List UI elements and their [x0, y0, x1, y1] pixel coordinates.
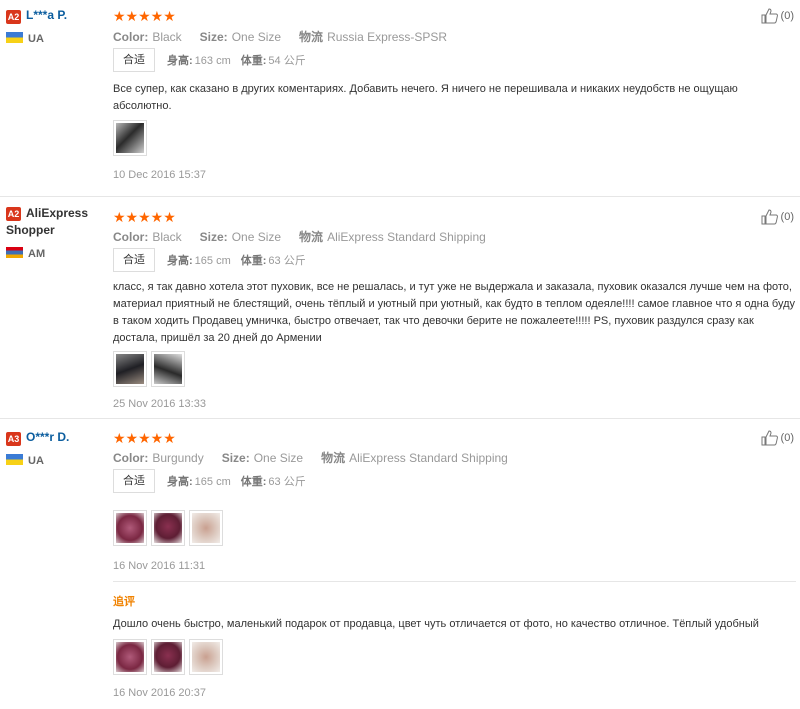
review-photo-thumbnail[interactable]: [189, 510, 223, 546]
followup-divider: [113, 581, 796, 582]
fit-tag: 合适: [113, 469, 155, 493]
body-info: 身高: 165 cm 体重: 63 公斤: [167, 476, 306, 488]
order-attributes: Color: Burgundy Size: One Size 物流 AliExpress …: [113, 451, 508, 465]
review-photo-thumbnail[interactable]: [113, 510, 147, 546]
body-info: 身高: 163 cm 体重: 54 公斤: [167, 55, 306, 67]
buyer-info: A2 AliExpress Shopper AM: [6, 205, 106, 260]
order-attributes: Color: Black Size: One Size 物流 AliExpress Sta…: [113, 230, 486, 244]
thumbs-up-icon: [761, 209, 778, 225]
review-text: Все супер, как сказано в других коментар…: [113, 83, 738, 112]
followup-label: 追评: [113, 596, 135, 608]
review-photo-thumbnail[interactable]: [151, 351, 185, 387]
buyer-level-badge: A3: [6, 432, 21, 446]
followup-photo-thumbnail[interactable]: [151, 639, 185, 675]
buyer-country: UA: [6, 32, 44, 45]
buyer-level-badge: A2: [6, 207, 21, 221]
buyer-country: AM: [6, 247, 45, 260]
buyer-info: A3 O***r D. UA: [6, 430, 106, 467]
review-date: 10 Dec 2016 15:37: [113, 169, 206, 181]
review-date: 16 Nov 2016 11:31: [113, 560, 206, 572]
review-item: A2 AliExpress Shopper AM ★★★★★ Color: Blac…: [0, 197, 800, 419]
buyer-name-link[interactable]: L***a P.: [26, 8, 67, 22]
review-photos: [113, 510, 223, 546]
review-photos: [113, 351, 185, 387]
fit-row: 合适 身高: 163 cm 体重: 54 公斤: [113, 48, 306, 72]
followup-text: Дошло очень быстро, маленький подарок от…: [113, 618, 759, 630]
buyer-country: UA: [6, 454, 44, 467]
review-item: A3 O***r D. UA ★★★★★ Color: Burgundy Size: O…: [0, 419, 800, 709]
buyer-level-badge: A2: [6, 10, 21, 24]
rating-stars: ★★★★★: [113, 8, 176, 24]
review-photo-thumbnail[interactable]: [113, 351, 147, 387]
followup-date: 16 Nov 2016 20:37: [113, 687, 206, 699]
review-item: A2 L***a P. UA ★★★★★ Color: Black Size: One …: [0, 0, 800, 197]
flag-icon: [6, 32, 23, 43]
review-text: класс, я так давно хотела этот пуховик, …: [113, 281, 796, 344]
rating-stars: ★★★★★: [113, 209, 176, 225]
helpful-count: (0): [780, 211, 794, 223]
buyer-name-link[interactable]: O***r D.: [26, 430, 69, 444]
followup-photos: [113, 639, 223, 675]
rating-stars: ★★★★★: [113, 430, 176, 446]
thumbs-up-icon: [761, 430, 778, 446]
followup-photo-thumbnail[interactable]: [189, 639, 223, 675]
body-info: 身高: 165 cm 体重: 63 公斤: [167, 255, 306, 267]
order-attributes: Color: Black Size: One Size 物流 Russia Express…: [113, 30, 448, 44]
review-photos: [113, 120, 147, 156]
fit-tag: 合适: [113, 248, 155, 272]
helpful-button[interactable]: (0): [761, 209, 794, 225]
helpful-button[interactable]: (0): [761, 430, 794, 446]
helpful-count: (0): [780, 10, 794, 22]
flag-icon: [6, 454, 23, 465]
helpful-button[interactable]: (0): [761, 8, 794, 24]
buyer-info: A2 L***a P. UA: [6, 8, 106, 45]
flag-icon: [6, 247, 23, 258]
fit-row: 合适 身高: 165 cm 体重: 63 公斤: [113, 469, 306, 493]
helpful-count: (0): [780, 432, 794, 444]
thumbs-up-icon: [761, 8, 778, 24]
fit-row: 合适 身高: 165 cm 体重: 63 公斤: [113, 248, 306, 272]
review-photo-thumbnail[interactable]: [113, 120, 147, 156]
review-photo-thumbnail[interactable]: [151, 510, 185, 546]
review-date: 25 Nov 2016 13:33: [113, 398, 206, 410]
followup-photo-thumbnail[interactable]: [113, 639, 147, 675]
fit-tag: 合适: [113, 48, 155, 72]
